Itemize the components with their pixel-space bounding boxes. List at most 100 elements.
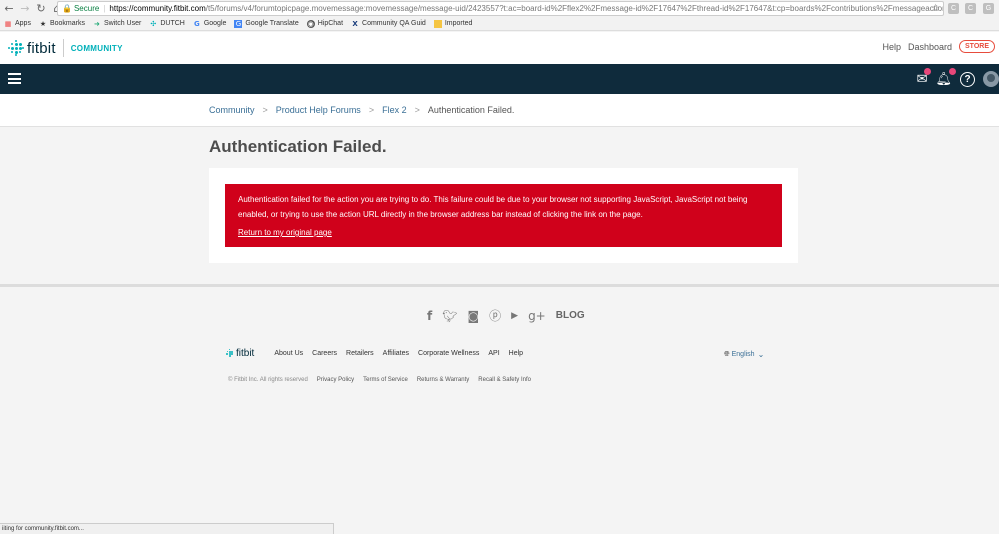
bookmark-label: HipChat bbox=[317, 20, 344, 27]
language-selector[interactable]: 🌐︎ English ⌄ bbox=[724, 350, 764, 359]
footer-link-retailers[interactable]: Retailers bbox=[346, 350, 374, 357]
recall-safety-link[interactable]: Recall & Safety Info bbox=[478, 377, 531, 383]
help-link[interactable]: Help bbox=[882, 42, 901, 52]
dashboard-link[interactable]: Dashboard bbox=[908, 42, 952, 52]
reload-icon[interactable]: ↻ bbox=[34, 2, 48, 16]
x-icon: X bbox=[352, 19, 358, 28]
apps-grid-icon: ▦ bbox=[4, 19, 12, 28]
secure-label: Secure bbox=[73, 4, 100, 13]
returns-warranty-link[interactable]: Returns & Warranty bbox=[417, 377, 469, 383]
bookmark-google-translate[interactable]: G Google Translate bbox=[234, 19, 299, 28]
messages-envelope-icon[interactable]: ✉ bbox=[917, 67, 932, 87]
footer-link-help[interactable]: Help bbox=[509, 350, 523, 357]
bookmark-label: Switch User bbox=[103, 20, 142, 27]
footer-link-api[interactable]: API bbox=[488, 350, 499, 357]
globe-icon: 🌐︎ bbox=[724, 350, 730, 358]
help-question-icon[interactable]: ? bbox=[960, 71, 975, 87]
breadcrumb-flex2[interactable]: Flex 2 bbox=[382, 105, 407, 115]
terms-link[interactable]: Terms of Service bbox=[363, 377, 408, 383]
bookmark-bookmarks[interactable]: ★ Bookmarks bbox=[39, 20, 85, 28]
fitbit-logo[interactable]: fitbit bbox=[8, 40, 56, 57]
bookmark-switch-user[interactable]: ➜ Switch User bbox=[93, 20, 141, 28]
google-icon: G bbox=[193, 19, 200, 28]
twitter-icon[interactable]: 🐦︎ bbox=[442, 309, 457, 323]
bookmark-star-icon[interactable]: ☆ bbox=[931, 3, 940, 14]
footer-link-about[interactable]: About Us bbox=[274, 350, 303, 357]
breadcrumb-current: Authentication Failed. bbox=[427, 105, 515, 115]
footer-divider bbox=[0, 284, 999, 287]
breadcrumb-bar: Community > Product Help Forums > Flex 2… bbox=[0, 94, 999, 127]
breadcrumb-product-help[interactable]: Product Help Forums bbox=[276, 105, 361, 115]
community-label[interactable]: COMMUNITY bbox=[71, 44, 123, 53]
browser-status-bar: iiting for community.fitbit.com... bbox=[0, 523, 334, 534]
url-separator: | bbox=[103, 4, 106, 13]
return-link[interactable]: Return to my original page bbox=[238, 225, 332, 240]
extension-icon[interactable]: C bbox=[948, 3, 959, 14]
avatar[interactable] bbox=[983, 71, 999, 87]
pinterest-icon[interactable]: ⓟ bbox=[489, 307, 501, 324]
bookmark-apps[interactable]: ▦ Apps bbox=[4, 20, 31, 28]
url-host: https://community.fitbit.com bbox=[109, 4, 206, 13]
translate-icon: G bbox=[234, 19, 243, 28]
copyright: © Fitbit Inc. All rights reserved bbox=[228, 377, 308, 383]
site-header: fitbit COMMUNITY Help Dashboard STORE bbox=[0, 32, 999, 64]
header-links: Help Dashboard STORE bbox=[882, 40, 995, 53]
bookmark-imported[interactable]: Imported bbox=[433, 19, 473, 28]
back-arrow-icon[interactable]: ← bbox=[2, 2, 16, 16]
bookmark-hipchat[interactable]: ◉ HipChat bbox=[306, 19, 344, 28]
bookmark-community-qa[interactable]: X Community QA Guid bbox=[351, 20, 426, 28]
bookmark-label: Google Translate bbox=[245, 20, 299, 27]
blog-link[interactable]: BLOG bbox=[556, 310, 585, 321]
fitbit-dots-icon bbox=[225, 349, 234, 358]
bookmark-google[interactable]: G Google bbox=[193, 19, 227, 28]
breadcrumb-community[interactable]: Community bbox=[209, 105, 255, 115]
notification-dot bbox=[924, 67, 932, 75]
bookmark-label: DUTCH bbox=[160, 20, 185, 27]
store-button[interactable]: STORE bbox=[959, 40, 995, 53]
chevron-down-icon: ⌄ bbox=[757, 350, 765, 359]
extension-icon[interactable]: C bbox=[965, 3, 976, 14]
footer-link-careers[interactable]: Careers bbox=[312, 350, 337, 357]
footer-link-affiliates[interactable]: Affiliates bbox=[383, 350, 409, 357]
bookmark-label: Imported bbox=[444, 20, 473, 27]
lock-icon: 🔒 bbox=[62, 4, 72, 13]
error-alert: Authentication failed for the action you… bbox=[225, 184, 782, 247]
logo-divider bbox=[62, 39, 64, 57]
google-plus-icon[interactable]: g+ bbox=[528, 309, 546, 323]
url-path: /t5/forums/v4/forumtopicpage.movemessage… bbox=[205, 4, 944, 13]
bookmark-dutch[interactable]: ✣ DUTCH bbox=[149, 20, 185, 28]
logo-text: fitbit bbox=[27, 39, 56, 57]
footer-fitbit-logo[interactable]: fitbit bbox=[225, 348, 254, 359]
facebook-icon[interactable]: f bbox=[427, 309, 432, 323]
error-card: Authentication failed for the action you… bbox=[209, 168, 798, 263]
browser-toolbar: ← → ↻ ⌂ 🔒 Secure | https://community.fit… bbox=[0, 0, 999, 17]
social-links: f 🐦︎ ◙ ⓟ ▶ g+ BLOG bbox=[427, 307, 585, 324]
community-nav-bar: ✉ 🔔︎ ? bbox=[0, 64, 999, 94]
notification-dot bbox=[949, 67, 956, 75]
bookmark-label: Apps bbox=[15, 20, 31, 27]
bookmark-label: Google bbox=[203, 20, 227, 27]
hamburger-menu-icon[interactable] bbox=[8, 73, 21, 84]
notifications-bell-icon[interactable]: 🔔︎ bbox=[935, 67, 956, 87]
address-bar[interactable]: 🔒 Secure | https://community.fitbit.com /… bbox=[57, 1, 944, 16]
youtube-icon[interactable]: ▶ bbox=[511, 311, 518, 321]
legal-links: © Fitbit Inc. All rights reserved Privac… bbox=[228, 377, 540, 383]
breadcrumb-separator: > bbox=[414, 105, 420, 115]
privacy-policy-link[interactable]: Privacy Policy bbox=[317, 377, 354, 383]
nav-icons: ✉ 🔔︎ ? bbox=[917, 64, 999, 94]
page-title: Authentication Failed. bbox=[209, 137, 387, 156]
instagram-icon[interactable]: ◙ bbox=[467, 309, 479, 323]
error-message: Authentication failed for the action you… bbox=[238, 195, 748, 219]
forward-arrow-icon[interactable]: → bbox=[18, 2, 32, 16]
breadcrumb: Community > Product Help Forums > Flex 2… bbox=[209, 105, 514, 115]
fitbit-dots-icon bbox=[8, 40, 24, 56]
extension-icon[interactable]: G bbox=[983, 3, 994, 14]
language-label: English bbox=[731, 351, 755, 358]
folder-icon bbox=[433, 19, 442, 28]
bookmark-label: Community QA Guid bbox=[362, 20, 426, 27]
footer-link-corporate-wellness[interactable]: Corporate Wellness bbox=[418, 350, 479, 357]
footer-nav: fitbit About Us Careers Retailers Affili… bbox=[225, 348, 532, 359]
breadcrumb-separator: > bbox=[368, 105, 375, 115]
footer-logo-text: fitbit bbox=[236, 348, 255, 359]
hipchat-icon: ◉ bbox=[306, 19, 315, 28]
